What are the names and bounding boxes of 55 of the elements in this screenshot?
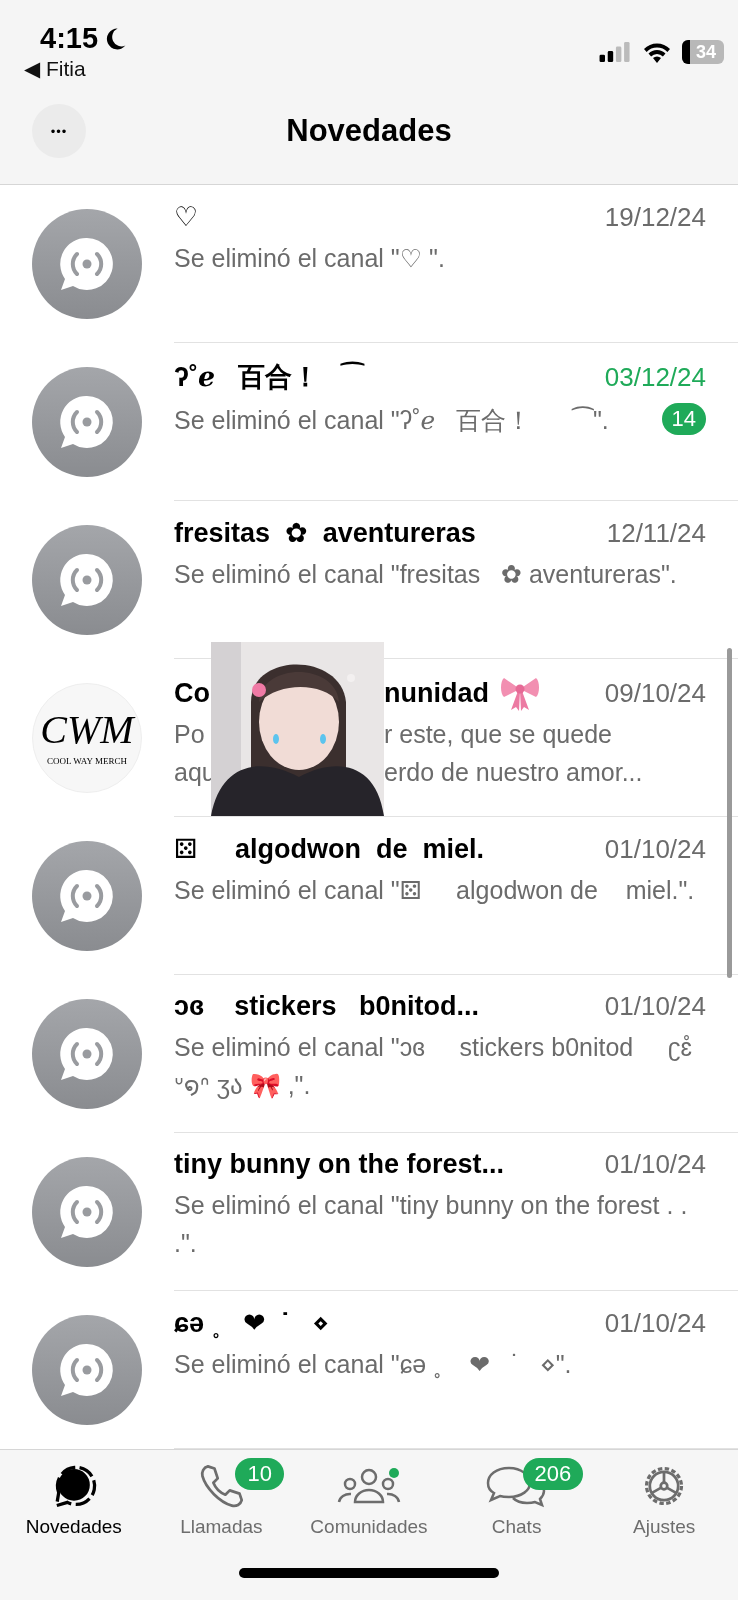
date-label: 12/11/24 <box>606 518 706 549</box>
message-preview: Se eliminó el canal "ɕə ˳ ❤ ˙ ⋄". <box>174 1349 572 1381</box>
status-time: 4:15 <box>40 22 99 55</box>
tab[interactable]: Ajustes <box>590 1462 738 1538</box>
channel-avatar-icon <box>32 841 142 951</box>
channel-name: ♡ <box>174 201 199 233</box>
channel-avatar-icon <box>32 1315 142 1425</box>
date-label: 09/10/24 <box>604 677 706 709</box>
date-label: 01/10/24 <box>604 1308 706 1339</box>
channel-avatar-icon <box>32 209 142 319</box>
signal-icon <box>598 42 632 62</box>
channel-name: ɕə ˳ ❤ ˙ ⋄ <box>174 1307 330 1339</box>
logo-avatar: CWM COOL WAY MERCH <box>32 683 142 793</box>
channel-row[interactable]: ⚄ algodwon de miel. 01/10/24 Se eliminó el canal "⚄ algodwon de miel.". <box>0 817 738 975</box>
channel-row[interactable]: tiny bunny on the forest... 01/10/24 Se eliminó el canal "tiny bunny on the forest . . .". <box>0 1133 738 1291</box>
back-link[interactable]: ◀ Fitia <box>24 57 129 81</box>
channel-avatar-icon <box>32 367 142 477</box>
channel-name: tiny bunny on the forest... <box>174 1149 504 1180</box>
channel-avatar-icon <box>32 999 142 1109</box>
bow-icon <box>499 675 541 711</box>
channel-name: Co <box>174 677 211 709</box>
channel-row[interactable]: ɔɞ stickers b0nitod... 01/10/24 Se eliminó el canal "ɔɞ stickers b0nitod ʗɛ̊ ᐡ໑ᐢ ʒა 🎀 ,". <box>0 975 738 1133</box>
message-preview: r este, que se quede <box>384 719 613 750</box>
battery-icon: 34 <box>682 40 724 64</box>
channel-name: fresitas ✿ aventureras <box>174 517 476 549</box>
message-preview: Se eliminó el canal "fresitas ✿ aventureras". <box>174 559 677 590</box>
unread-badge: 14 <box>661 403 706 435</box>
page-title: Novedades <box>286 113 452 149</box>
channel-name: nunidad <box>384 677 489 709</box>
message-preview: Po <box>174 719 206 750</box>
date-label: 03/12/24 <box>604 362 706 393</box>
message-preview: Se eliminó el canal "ɔɞ stickers b0nitod ʗɛ̊ ᐡ໑ᐢ ʒა 🎀 ,". <box>174 1032 693 1101</box>
tab-badge: 10 <box>235 1458 284 1490</box>
tab[interactable]: Novedades <box>0 1462 148 1538</box>
channel-avatar-icon <box>32 525 142 635</box>
message-preview: Se eliminó el canal "⚄ algodwon de miel.". <box>174 875 695 906</box>
channel-name: ʔ˚ℯ 百合！ ⁀ <box>174 360 364 394</box>
message-preview: erdo de nuestro amor... <box>384 757 644 788</box>
message-preview: Se eliminó el canal "♡ ". <box>174 243 445 274</box>
date-label: 01/10/24 <box>604 991 706 1022</box>
message-preview: Se eliminó el canal "tiny bunny on the forest . . .". <box>174 1190 689 1259</box>
channel-avatar-icon <box>32 1157 142 1267</box>
message-preview: Se eliminó el canal "ʔ˚ℯ 百合！ ⁀". <box>174 405 609 436</box>
channel-row[interactable]: ʔ˚ℯ 百合！ ⁀ 03/12/24 Se eliminó el canal "ʔ˚ℯ 百合！ ⁀". 14 <box>0 343 738 501</box>
more-button[interactable]: ••• <box>32 104 86 158</box>
wifi-icon <box>642 41 672 63</box>
date-label: 01/10/24 <box>604 1149 706 1180</box>
channel-row[interactable]: ɕə ˳ ❤ ˙ ⋄ 01/10/24 Se eliminó el canal "ɕə ˳ ❤ ˙ ⋄". <box>0 1291 738 1449</box>
channel-row[interactable]: ♡ 19/12/24 Se eliminó el canal "♡ ". <box>0 185 738 343</box>
date-label: 19/12/24 <box>604 202 706 233</box>
channel-name: ⚄ algodwon de miel. <box>174 833 484 865</box>
channel-name: ɔɞ stickers b0nitod... <box>174 991 479 1022</box>
tab[interactable]: Comunidades <box>295 1462 443 1538</box>
date-label: 01/10/24 <box>604 834 706 865</box>
tab-badge: 206 <box>522 1458 584 1490</box>
